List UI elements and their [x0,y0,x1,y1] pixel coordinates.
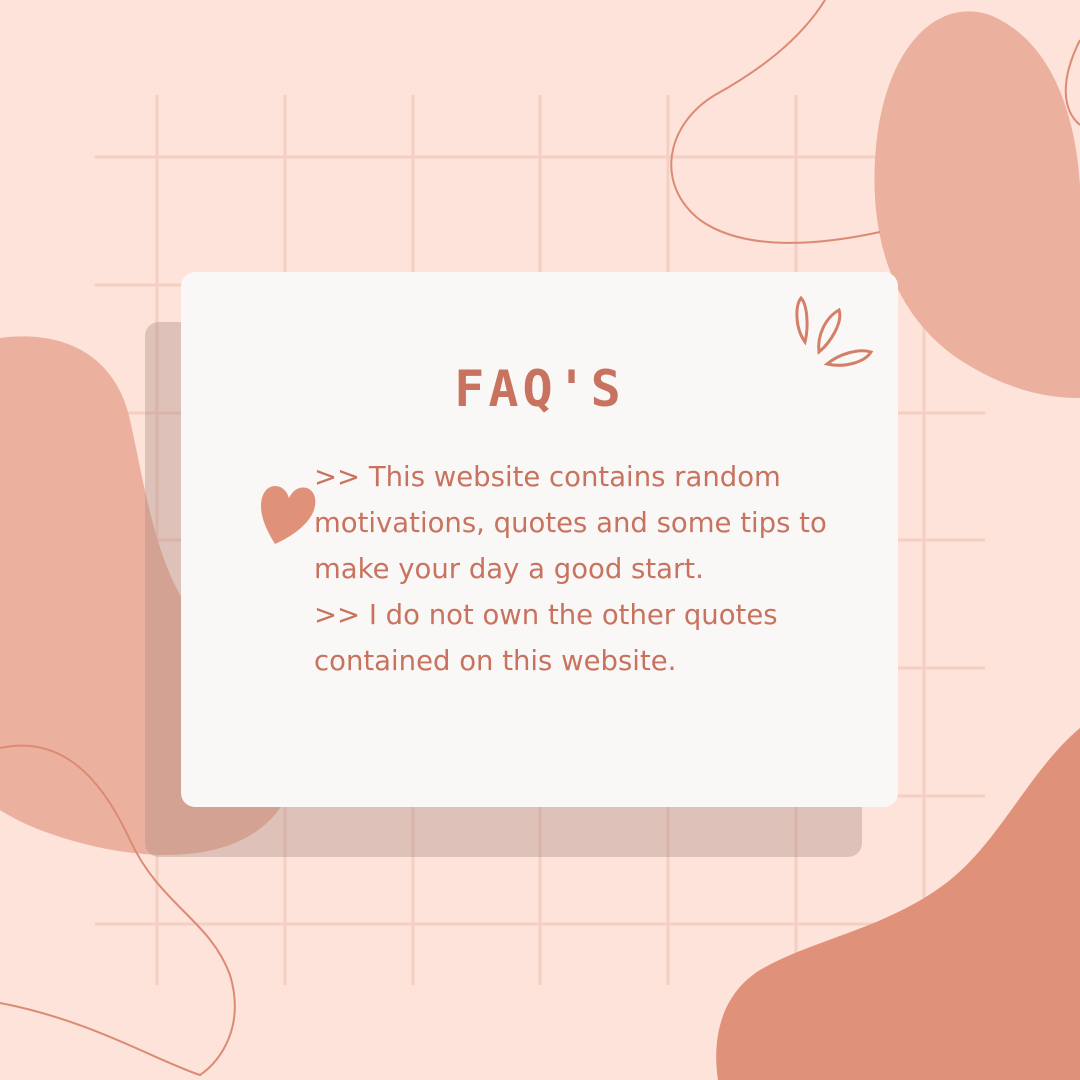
faq-item: >> This website contains random motivati… [314,461,827,585]
heart-icon [261,486,316,544]
faq-title: FAQ'S [454,360,625,418]
faq-card: FAQ'S >> This website contains random mo… [181,272,898,807]
sparkle-icon [795,295,874,367]
faq-answers: >> This website contains random motivati… [314,454,874,684]
faq-item: >> I do not own the other quotes contain… [314,599,778,677]
